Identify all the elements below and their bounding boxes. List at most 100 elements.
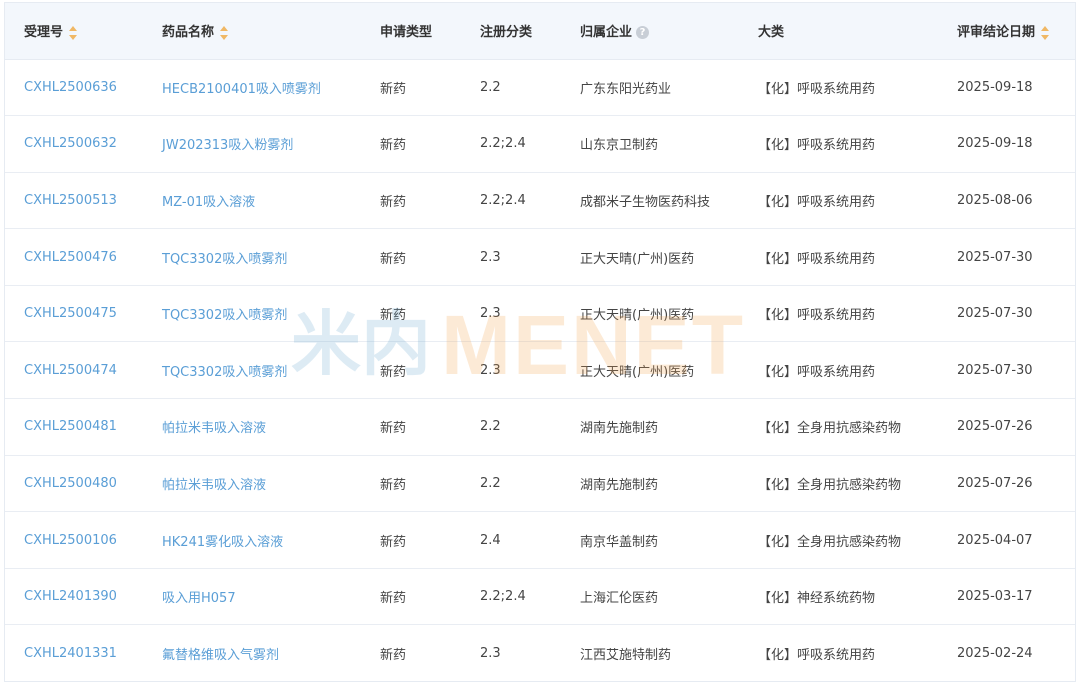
registration-class-cell: 2.4 — [461, 511, 561, 569]
application-type-text: 新药 — [380, 421, 407, 437]
drug-name-link[interactable]: HECB2100401吸入喷雾剂 — [162, 82, 321, 97]
table-row[interactable]: CXHL2500513 MZ-01吸入溶液 新药 2.2;2.4 成都米子生物医药科技 【… — [5, 172, 1075, 230]
drug-name-link[interactable]: HK241雾化吸入溶液 — [162, 535, 283, 550]
category-text: 【化】呼吸系统用药 — [758, 194, 876, 210]
col-header-drug-name[interactable]: 药品名称 — [143, 3, 361, 60]
company-text: 上海汇伦医药 — [580, 591, 659, 607]
table-row[interactable]: CXHL2401390 吸入用H057 新药 2.2;2.4 上海汇伦医药 【化】神经系统… — [5, 568, 1075, 626]
drug-name-cell: MZ-01吸入溶液 — [143, 172, 361, 230]
application-type-cell: 新药 — [361, 398, 461, 456]
table-row[interactable]: CXHL2500636 HECB2100401吸入喷雾剂 新药 2.2 广东东阳光药业 【… — [5, 59, 1075, 117]
acceptance-no-link[interactable]: CXHL2500636 — [24, 80, 117, 95]
acceptance-no-cell: CXHL2401390 — [5, 568, 143, 626]
category-cell: 【化】呼吸系统用药 — [739, 115, 938, 173]
acceptance-no-cell: CXHL2500513 — [5, 172, 143, 230]
acceptance-no-link[interactable]: CXHL2500106 — [24, 533, 117, 548]
drug-name-link[interactable]: 帕拉米韦吸入溶液 — [162, 421, 266, 436]
drug-name-cell: HECB2100401吸入喷雾剂 — [143, 59, 361, 117]
acceptance-no-link[interactable]: CXHL2401390 — [24, 589, 117, 604]
review-date-cell: 2025-07-30 — [938, 341, 1075, 400]
category-cell: 【化】呼吸系统用药 — [739, 172, 938, 230]
application-type-cell: 新药 — [361, 172, 461, 230]
category-cell: 【化】神经系统药物 — [739, 568, 938, 626]
review-date-text: 2025-07-30 — [957, 249, 1033, 265]
col-header-registration-class: 注册分类 — [461, 3, 561, 60]
col-header-label: 评审结论日期 — [957, 25, 1036, 41]
drug-name-link[interactable]: JW202313吸入粉雾剂 — [162, 138, 293, 153]
acceptance-no-cell: CXHL2500475 — [5, 285, 143, 343]
company-text: 正大天晴(广州)医药 — [580, 308, 695, 324]
registration-class-text: 2.3 — [480, 645, 501, 661]
sort-icon[interactable] — [220, 25, 229, 40]
col-header-label: 归属企业 — [580, 25, 633, 41]
company-cell: 南京华盖制药 — [561, 511, 739, 569]
acceptance-no-link[interactable]: CXHL2500480 — [24, 476, 117, 491]
company-text: 成都米子生物医药科技 — [580, 194, 711, 210]
application-type-text: 新药 — [380, 81, 407, 97]
review-date-cell: 2025-09-18 — [938, 115, 1075, 173]
company-text: 正大天晴(广州)医药 — [580, 251, 695, 267]
drug-name-cell: 氟替格维吸入气雾剂 — [143, 625, 361, 681]
company-text: 江西艾施特制药 — [580, 647, 672, 663]
category-text: 【化】全身用抗感染药物 — [758, 477, 902, 493]
application-type-cell: 新药 — [361, 568, 461, 626]
drug-review-table: 受理号 药品名称 申请类型 注册分类 归属企业? 大类 评审结论日期 CXHL2… — [5, 3, 1075, 681]
application-type-cell: 新药 — [361, 511, 461, 569]
category-text: 【化】呼吸系统用药 — [758, 647, 876, 663]
drug-name-cell: TQC3302吸入喷雾剂 — [143, 341, 361, 400]
application-type-cell: 新药 — [361, 115, 461, 173]
category-cell: 【化】呼吸系统用药 — [739, 228, 938, 286]
registration-class-cell: 2.2;2.4 — [461, 172, 561, 230]
table-row[interactable]: CXHL2500632 JW202313吸入粉雾剂 新药 2.2;2.4 山东京卫制药 【… — [5, 115, 1075, 173]
acceptance-no-link[interactable]: CXHL2500476 — [24, 250, 117, 265]
table-row[interactable]: CXHL2500474 TQC3302吸入喷雾剂 新药 2.3 正大天晴(广州)医药 【化… — [5, 341, 1075, 400]
table-row[interactable]: CXHL2500481 帕拉米韦吸入溶液 新药 2.2 湖南先施制药 【化】全身用抗感染药… — [5, 398, 1075, 456]
help-icon[interactable]: ? — [636, 26, 650, 40]
registration-class-text: 2.3 — [480, 306, 501, 322]
drug-name-link[interactable]: TQC3302吸入喷雾剂 — [162, 308, 287, 323]
registration-class-cell: 2.2;2.4 — [461, 568, 561, 626]
acceptance-no-link[interactable]: CXHL2500513 — [24, 193, 117, 208]
table-row[interactable]: CXHL2500475 TQC3302吸入喷雾剂 新药 2.3 正大天晴(广州)医药 【化… — [5, 285, 1075, 343]
application-type-text: 新药 — [380, 308, 407, 324]
table-header-row: 受理号 药品名称 申请类型 注册分类 归属企业? 大类 评审结论日期 — [5, 3, 1075, 60]
acceptance-no-link[interactable]: CXHL2401331 — [24, 646, 117, 661]
table-row[interactable]: CXHL2500480 帕拉米韦吸入溶液 新药 2.2 湖南先施制药 【化】全身用抗感染药… — [5, 455, 1075, 513]
table-row[interactable]: CXHL2500106 HK241雾化吸入溶液 新药 2.4 南京华盖制药 【化】全身用抗… — [5, 511, 1075, 569]
review-date-text: 2025-04-07 — [957, 532, 1033, 548]
review-date-cell: 2025-07-26 — [938, 455, 1075, 513]
category-text: 【化】呼吸系统用药 — [758, 251, 876, 267]
review-date-text: 2025-03-17 — [957, 589, 1033, 605]
sort-icon[interactable] — [69, 25, 78, 40]
col-header-review-date[interactable]: 评审结论日期 — [938, 3, 1075, 60]
drug-name-link[interactable]: MZ-01吸入溶液 — [162, 195, 255, 210]
acceptance-no-cell: CXHL2500476 — [5, 228, 143, 286]
sort-icon[interactable] — [1041, 25, 1050, 40]
application-type-text: 新药 — [380, 251, 407, 267]
col-header-acceptance-no[interactable]: 受理号 — [5, 3, 143, 60]
acceptance-no-link[interactable]: CXHL2500474 — [24, 363, 117, 378]
acceptance-no-link[interactable]: CXHL2500632 — [24, 136, 117, 151]
drug-name-link[interactable]: TQC3302吸入喷雾剂 — [162, 252, 287, 267]
company-cell: 湖南先施制药 — [561, 455, 739, 513]
col-header-company: 归属企业? — [561, 3, 739, 60]
acceptance-no-cell: CXHL2500636 — [5, 59, 143, 117]
col-header-label: 受理号 — [24, 25, 64, 41]
application-type-text: 新药 — [380, 194, 407, 210]
acceptance-no-link[interactable]: CXHL2500475 — [24, 306, 117, 321]
table-row[interactable]: CXHL2500476 TQC3302吸入喷雾剂 新药 2.3 正大天晴(广州)医药 【化… — [5, 228, 1075, 286]
review-date-cell: 2025-08-06 — [938, 172, 1075, 230]
registration-class-cell: 2.3 — [461, 228, 561, 286]
col-header-application-type: 申请类型 — [361, 3, 461, 60]
drug-name-link[interactable]: TQC3302吸入喷雾剂 — [162, 365, 287, 380]
drug-name-link[interactable]: 氟替格维吸入气雾剂 — [162, 648, 279, 663]
category-text: 【化】全身用抗感染药物 — [758, 534, 902, 550]
acceptance-no-link[interactable]: CXHL2500481 — [24, 419, 117, 434]
drug-name-cell: 帕拉米韦吸入溶液 — [143, 455, 361, 513]
table-row[interactable]: CXHL2401331 氟替格维吸入气雾剂 新药 2.3 江西艾施特制药 【化】呼吸系统用… — [5, 625, 1075, 681]
drug-name-link[interactable]: 帕拉米韦吸入溶液 — [162, 478, 266, 493]
col-header-label: 申请类型 — [380, 25, 433, 41]
category-text: 【化】呼吸系统用药 — [758, 138, 876, 154]
registration-class-cell: 2.2 — [461, 398, 561, 456]
drug-name-link[interactable]: 吸入用H057 — [162, 591, 236, 606]
